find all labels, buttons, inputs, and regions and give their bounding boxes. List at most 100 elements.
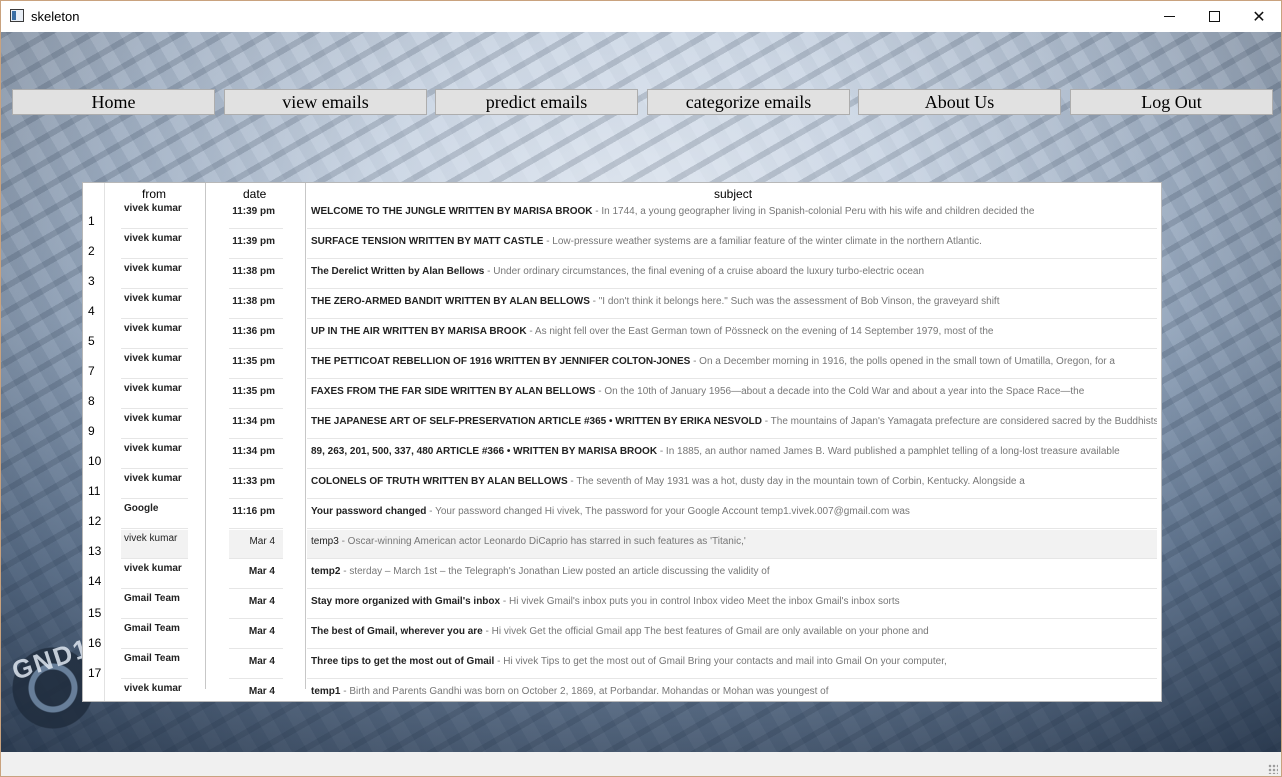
email-from[interactable]: vivek kumar bbox=[121, 230, 188, 259]
email-subject-row[interactable]: SURFACE TENSION WRITTEN BY MATT CASTLE -… bbox=[307, 230, 1157, 259]
email-snippet: - Hi vivek Gmail's inbox puts you in con… bbox=[500, 596, 900, 607]
email-from[interactable]: vivek kumar bbox=[121, 560, 188, 589]
email-subject: UP IN THE AIR WRITTEN BY MARISA BROOK bbox=[311, 326, 527, 337]
row-number: 10 bbox=[88, 454, 102, 468]
email-subject-row[interactable]: The best of Gmail, wherever you are - Hi… bbox=[307, 620, 1157, 649]
email-subject-row[interactable]: WELCOME TO THE JUNGLE WRITTEN BY MARISA … bbox=[307, 200, 1157, 229]
email-from[interactable]: vivek kumar bbox=[121, 680, 188, 701]
row-number: 5 bbox=[88, 334, 95, 348]
email-from[interactable]: Google bbox=[121, 500, 188, 529]
row-number-column bbox=[83, 183, 105, 701]
nav-categorize-emails-button[interactable]: categorize emails bbox=[647, 89, 850, 115]
minimize-button[interactable] bbox=[1146, 1, 1192, 32]
email-snippet: - In 1885, an author named James B. Ward… bbox=[657, 446, 1120, 457]
email-date[interactable]: 11:16 pm bbox=[229, 500, 283, 529]
email-subject-row[interactable]: THE ZERO-ARMED BANDIT WRITTEN BY ALAN BE… bbox=[307, 290, 1157, 319]
email-date[interactable]: 11:38 pm bbox=[229, 260, 283, 289]
email-date[interactable]: Mar 4 bbox=[229, 590, 283, 619]
email-date[interactable]: 11:39 pm bbox=[229, 230, 283, 259]
email-snippet: - Birth and Parents Gandhi was born on O… bbox=[340, 686, 829, 697]
email-date[interactable]: 11:38 pm bbox=[229, 290, 283, 319]
email-snippet: - On the 10th of January 1956—about a de… bbox=[595, 386, 1085, 397]
row-number: 1 bbox=[88, 214, 95, 228]
email-subject-row[interactable]: temp2 - sterday – March 1st – the Telegr… bbox=[307, 560, 1157, 589]
email-date[interactable]: Mar 4 bbox=[229, 560, 283, 589]
email-from[interactable]: vivek kumar bbox=[121, 350, 188, 379]
email-subject: temp3 bbox=[311, 536, 339, 547]
row-number: 15 bbox=[88, 606, 102, 620]
header-from[interactable]: from bbox=[142, 187, 166, 201]
email-date[interactable]: 11:39 pm bbox=[229, 200, 283, 229]
email-from[interactable]: Gmail Team bbox=[121, 620, 188, 649]
header-subject[interactable]: subject bbox=[714, 187, 752, 201]
email-subject-row[interactable]: THE PETTICOAT REBELLION OF 1916 WRITTEN … bbox=[307, 350, 1157, 379]
row-number: 12 bbox=[88, 514, 102, 528]
email-snippet: - As night fell over the East German tow… bbox=[526, 326, 994, 337]
email-date[interactable]: 11:35 pm bbox=[229, 380, 283, 409]
email-from[interactable]: vivek kumar bbox=[121, 470, 188, 499]
email-date[interactable]: Mar 4 bbox=[229, 620, 283, 649]
app-window: skeleton ✕ GND1 Home view emails predict… bbox=[0, 0, 1282, 777]
email-from[interactable]: vivek kumar bbox=[121, 530, 188, 559]
email-table[interactable]: from date subject 1 2 3 4 5 7 8 9 10 11 12 13 14 15 16… bbox=[82, 182, 1162, 702]
email-from[interactable]: Gmail Team bbox=[121, 650, 188, 679]
email-date[interactable]: 11:34 pm bbox=[229, 410, 283, 439]
resize-grip-icon[interactable] bbox=[1268, 764, 1278, 774]
email-snippet: - Oscar-winning American actor Leonardo … bbox=[338, 536, 746, 547]
email-subject-row[interactable]: THE JAPANESE ART OF SELF-PRESERVATION AR… bbox=[307, 410, 1157, 439]
email-date[interactable]: 11:36 pm bbox=[229, 320, 283, 349]
email-snippet: - The seventh of May 1931 was a hot, dus… bbox=[567, 476, 1025, 487]
column-divider bbox=[305, 183, 306, 689]
maximize-button[interactable] bbox=[1191, 1, 1237, 32]
row-number: 9 bbox=[88, 424, 95, 438]
email-subject: Stay more organized with Gmail's inbox bbox=[311, 596, 501, 607]
email-subject: THE PETTICOAT REBELLION OF 1916 WRITTEN … bbox=[311, 356, 691, 367]
email-subject-row[interactable]: 89, 263, 201, 500, 337, 480 ARTICLE #366… bbox=[307, 440, 1157, 469]
email-date[interactable]: Mar 4 bbox=[229, 650, 283, 679]
email-snippet: - On a December morning in 1916, the pol… bbox=[690, 356, 1115, 367]
email-from[interactable]: vivek kumar bbox=[121, 320, 188, 349]
email-date[interactable]: 11:35 pm bbox=[229, 350, 283, 379]
email-subject: The Derelict Written by Alan Bellows bbox=[311, 266, 485, 277]
email-subject-row[interactable]: UP IN THE AIR WRITTEN BY MARISA BROOK - … bbox=[307, 320, 1157, 349]
email-subject-row[interactable]: Stay more organized with Gmail's inbox -… bbox=[307, 590, 1157, 619]
email-from[interactable]: vivek kumar bbox=[121, 290, 188, 319]
email-subject-row[interactable]: FAXES FROM THE FAR SIDE WRITTEN BY ALAN … bbox=[307, 380, 1157, 409]
email-snippet: - In 1744, a young geographer living in … bbox=[592, 206, 1035, 217]
close-button[interactable]: ✕ bbox=[1236, 1, 1281, 32]
email-subject: FAXES FROM THE FAR SIDE WRITTEN BY ALAN … bbox=[311, 386, 596, 397]
email-subject: WELCOME TO THE JUNGLE WRITTEN BY MARISA … bbox=[311, 206, 593, 217]
close-icon: ✕ bbox=[1252, 7, 1266, 26]
email-subject: The best of Gmail, wherever you are bbox=[311, 626, 483, 637]
email-subject: THE ZERO-ARMED BANDIT WRITTEN BY ALAN BE… bbox=[311, 296, 590, 307]
email-subject-row[interactable]: COLONELS OF TRUTH WRITTEN BY ALAN BELLOW… bbox=[307, 470, 1157, 499]
email-from[interactable]: Gmail Team bbox=[121, 590, 188, 619]
email-subject-row[interactable]: temp1 - Birth and Parents Gandhi was bor… bbox=[307, 680, 1157, 701]
email-from[interactable]: vivek kumar bbox=[121, 260, 188, 289]
title-bar[interactable]: skeleton ✕ bbox=[1, 1, 1281, 32]
email-from[interactable]: vivek kumar bbox=[121, 410, 188, 439]
email-from[interactable]: vivek kumar bbox=[121, 380, 188, 409]
email-from[interactable]: vivek kumar bbox=[121, 440, 188, 469]
email-date[interactable]: 11:34 pm bbox=[229, 440, 283, 469]
email-subject: COLONELS OF TRUTH WRITTEN BY ALAN BELLOW… bbox=[311, 476, 568, 487]
nav-log-out-button[interactable]: Log Out bbox=[1070, 89, 1273, 115]
nav-view-emails-button[interactable]: view emails bbox=[224, 89, 427, 115]
email-date[interactable]: 11:33 pm bbox=[229, 470, 283, 499]
email-subject: temp1 bbox=[311, 686, 341, 697]
email-date[interactable]: Mar 4 bbox=[229, 680, 283, 701]
nav-home-button[interactable]: Home bbox=[12, 89, 215, 115]
row-number: 4 bbox=[88, 304, 95, 318]
nav-about-us-button[interactable]: About Us bbox=[858, 89, 1061, 115]
row-number: 7 bbox=[88, 364, 95, 378]
nav-predict-emails-button[interactable]: predict emails bbox=[435, 89, 638, 115]
email-subject-row[interactable]: temp3 - Oscar-winning American actor Leo… bbox=[307, 530, 1157, 559]
email-subject-row[interactable]: Three tips to get the most out of Gmail … bbox=[307, 650, 1157, 679]
email-date[interactable]: Mar 4 bbox=[229, 530, 283, 559]
email-subject-row[interactable]: Your password changed - Your password ch… bbox=[307, 500, 1157, 529]
email-subject: temp2 bbox=[311, 566, 341, 577]
email-subject-row[interactable]: The Derelict Written by Alan Bellows - U… bbox=[307, 260, 1157, 289]
header-date[interactable]: date bbox=[243, 187, 266, 201]
email-snippet: - sterday – March 1st – the Telegraph's … bbox=[340, 566, 770, 577]
email-from[interactable]: vivek kumar bbox=[121, 200, 188, 229]
